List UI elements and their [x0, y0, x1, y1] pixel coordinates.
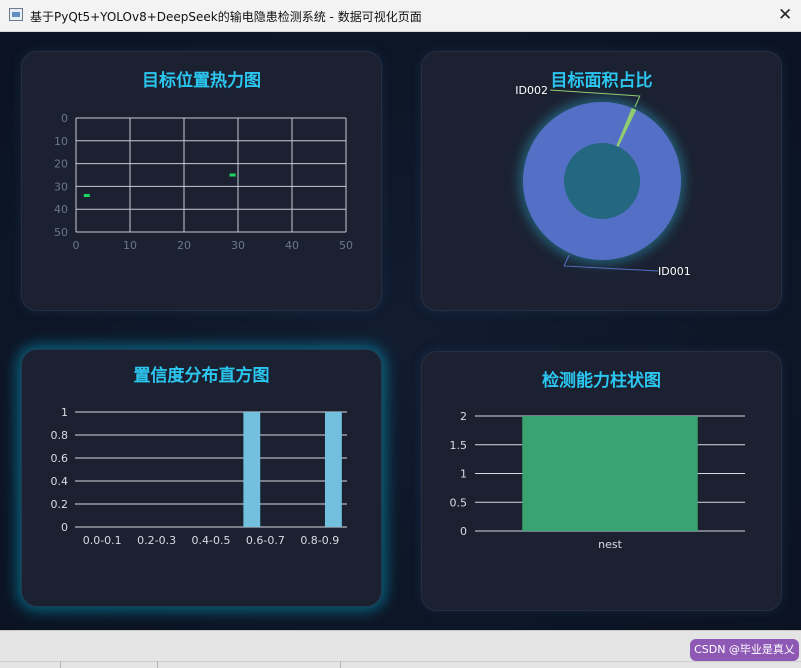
histogram-x-tick-label: 0.6-0.7	[246, 534, 285, 547]
histogram-y-tick-label: 0.8	[51, 429, 69, 442]
heatmap-y-tick-label: 50	[54, 226, 68, 239]
heatmap-point	[83, 194, 90, 198]
heatmap-x-tick-label: 30	[231, 239, 245, 252]
close-button[interactable]: ✕	[778, 5, 792, 25]
bar-column	[522, 416, 698, 531]
status-bar: CSDN @毕业是真乂	[0, 630, 801, 668]
histogram-y-tick-label: 0	[61, 521, 68, 534]
bar-y-tick-label: 2	[460, 410, 467, 423]
heatmap-x-tick-label: 20	[177, 239, 191, 252]
bar-card: 检测能力柱状图 0 0.5 1 1.5 2 nest	[421, 351, 782, 611]
pie-chart: ID001 ID002	[515, 84, 691, 279]
pie-card: 目标面积占比 ID001 ID002	[421, 51, 782, 311]
histogram-x-tick-label: 0.0-0.1	[83, 534, 122, 547]
histogram-y-tick-label: 0.4	[51, 475, 69, 488]
heatmap-x-tick-label: 50	[339, 239, 353, 252]
window-titlebar: 基于PyQt5+YOLOv8+DeepSeek的输电隐患检测系统 - 数据可视化…	[0, 0, 801, 32]
bar-y-tick-label: 1.5	[450, 439, 468, 452]
histogram-bar	[243, 412, 261, 527]
heatmap-y-tick-label: 10	[54, 135, 68, 148]
histogram-y-tick-label: 0.6	[51, 452, 69, 465]
bar-y-tick-label: 0	[460, 525, 467, 538]
app-icon	[9, 8, 23, 21]
pie-slice-label: ID002	[515, 84, 548, 97]
histogram-y-tick-label: 0.2	[51, 498, 69, 511]
heatmap-y-tick-label: 0	[61, 112, 68, 125]
watermark-badge: CSDN @毕业是真乂	[690, 639, 799, 661]
bar-x-tick-label: nest	[598, 538, 622, 551]
status-divider	[0, 661, 801, 662]
window-title: 基于PyQt5+YOLOv8+DeepSeek的输电隐患检测系统 - 数据可视化…	[30, 10, 422, 24]
heatmap-y-tick-label: 40	[54, 203, 68, 216]
heatmap-y-tick-label: 20	[54, 158, 68, 171]
histogram-x-tick-label: 0.8-0.9	[300, 534, 339, 547]
histogram-x-tick-label: 0.4-0.5	[192, 534, 231, 547]
histogram-y-tick-label: 1	[61, 406, 68, 419]
histogram-x-tick-label: 0.2-0.3	[137, 534, 176, 547]
histogram-chart: 0 0.2 0.4 0.6 0.8 1 0.0-0.1 0.2-0.3 0.4-0.5 0.6-0…	[51, 406, 347, 547]
histogram-bar	[324, 412, 342, 527]
heatmap-x-tick-label: 0	[73, 239, 80, 252]
heatmap-card: 目标位置热力图 0 10 20 30 40 50 0 10 20 30 40 50	[21, 51, 382, 311]
heatmap-point	[229, 173, 236, 177]
pie-slice-label: ID001	[658, 265, 691, 278]
heatmap-chart: 0 10 20 30 40 50 0 10 20 30 40 50	[54, 112, 353, 252]
heatmap-x-tick-label: 10	[123, 239, 137, 252]
bar-chart: 0 0.5 1 1.5 2 nest	[450, 410, 745, 551]
bar-y-tick-label: 0.5	[450, 496, 468, 509]
heatmap-y-tick-label: 30	[54, 180, 68, 193]
heatmap-x-tick-label: 40	[285, 239, 299, 252]
histogram-card: 置信度分布直方图 0 0.2 0.4 0.6 0.8 1 0.0-0.1 0.2-0.3 0.4…	[21, 349, 382, 607]
bar-y-tick-label: 1	[460, 468, 467, 481]
